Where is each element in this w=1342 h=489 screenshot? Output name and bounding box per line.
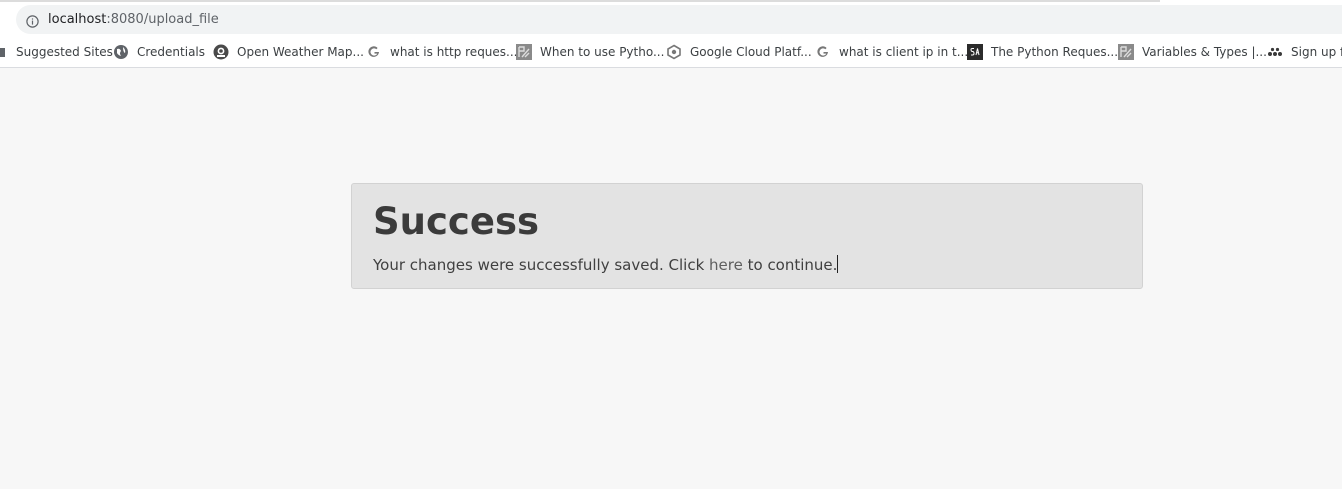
browser-toolbar: localhost:8080/upload_file xyxy=(0,0,1342,36)
bookmark-label: Credentials xyxy=(137,45,206,59)
bookmark-python-requests[interactable]: The Python Reques... xyxy=(967,36,1119,67)
bookmark-variables-types[interactable]: Variables & Types |... xyxy=(1118,36,1267,67)
globe-icon xyxy=(113,44,129,60)
text-cursor xyxy=(837,255,839,273)
bookmark-sign-up[interactable]: Sign up fo xyxy=(1267,36,1342,67)
bookmark-openweathermap[interactable]: Open Weather Map... xyxy=(213,36,364,67)
pycharm-icon xyxy=(1118,44,1134,60)
tab-strip-edge xyxy=(0,0,1160,2)
url-path: :8080/upload_file xyxy=(106,12,219,27)
bookmark-http-request[interactable]: what is http reques... xyxy=(366,36,518,67)
site-sa-icon xyxy=(967,44,983,60)
bookmark-label: Open Weather Map... xyxy=(237,45,364,59)
alert-message-text: Your changes were successfully saved. Cl… xyxy=(373,256,710,274)
bookmark-label: Sign up fo xyxy=(1291,45,1342,59)
bookmark-label: what is client ip in t... xyxy=(839,45,969,59)
dots-icon xyxy=(1267,44,1283,60)
bookmark-google-cloud[interactable]: Google Cloud Platf... xyxy=(666,36,812,67)
url-text[interactable]: localhost:8080/upload_file xyxy=(48,11,219,28)
alert-message-end: to continue. xyxy=(742,256,838,274)
bookmark-credentials[interactable]: Credentials xyxy=(113,36,206,67)
bookmark-label: Variables & Types |... xyxy=(1142,45,1267,59)
pycharm-icon xyxy=(516,44,532,60)
google-cloud-icon xyxy=(666,44,682,60)
bookmark-label: Google Cloud Platf... xyxy=(690,45,812,59)
url-host: localhost xyxy=(48,12,107,27)
openweathermap-icon xyxy=(213,44,229,60)
suggested-sites-icon xyxy=(0,44,8,60)
info-icon[interactable] xyxy=(26,13,39,28)
bookmark-suggested-sites[interactable]: Suggested Sites xyxy=(0,36,113,67)
alert-message: Your changes were successfully saved. Cl… xyxy=(373,255,839,275)
bookmarks-bar: Suggested Sites Credentials Open Weather… xyxy=(0,36,1342,68)
bookmark-when-to-use-python[interactable]: When to use Pytho... xyxy=(516,36,665,67)
success-alert: Success Your changes were successfully s… xyxy=(351,183,1143,289)
google-icon xyxy=(366,44,382,60)
alert-title: Success xyxy=(373,200,539,243)
bookmark-label: what is http reques... xyxy=(390,45,518,59)
google-icon xyxy=(815,44,831,60)
bookmark-label: The Python Reques... xyxy=(991,45,1119,59)
continue-link[interactable]: here xyxy=(709,256,743,274)
bookmark-label: When to use Pytho... xyxy=(540,45,665,59)
bookmark-client-ip[interactable]: what is client ip in t... xyxy=(815,36,969,67)
bookmark-label: Suggested Sites xyxy=(16,45,113,59)
